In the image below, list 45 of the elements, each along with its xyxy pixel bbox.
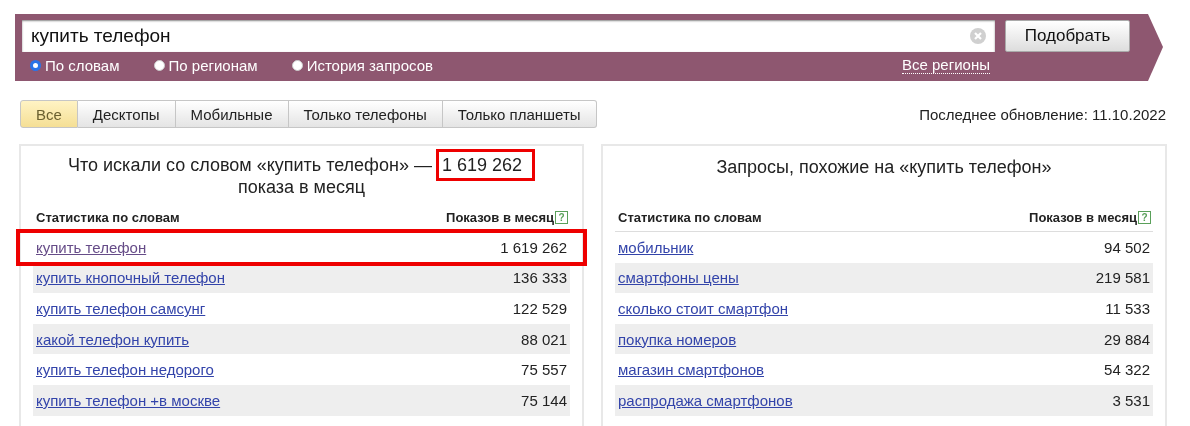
count-cell: 1 619 262	[500, 238, 567, 256]
mode-radio[interactable]: По регионам	[153, 56, 258, 74]
column-header: Показов в месяц	[446, 210, 554, 225]
count-cell: 75 557	[521, 361, 567, 379]
phrase-link[interactable]: купить телефон +в москве	[36, 391, 221, 409]
panel-subtitle: показа в месяц	[237, 176, 366, 198]
phrase-link[interactable]: покупка номеров	[618, 330, 737, 348]
clear-icon[interactable]	[969, 27, 987, 45]
count-cell: 219 581	[1095, 269, 1150, 287]
panel-title: Что искали со словом «купить телефон» —	[68, 154, 432, 176]
phrase-link[interactable]: купить телефон недорого	[36, 361, 214, 379]
phrase-link[interactable]: сколько стоит смартфон	[618, 300, 789, 317]
phrase-link[interactable]: какой телефон купить	[36, 330, 190, 348]
panel-title: Запросы, похожие на «купить телефон»	[716, 156, 1052, 178]
phrase-link[interactable]: смартфоны цены	[618, 269, 739, 287]
search-field[interactable]: купить телефон	[22, 20, 995, 52]
column-header: Статистика по словам	[618, 210, 762, 225]
mode-radio[interactable]: История запросов	[291, 56, 433, 74]
device-tab[interactable]: Все	[20, 100, 78, 128]
phrase-link[interactable]: распродажа смартфонов	[618, 391, 793, 409]
count-cell: 122 529	[512, 300, 567, 317]
device-tab[interactable]: Мобильные	[175, 100, 289, 128]
count-cell: 94 502	[1104, 238, 1150, 256]
phrase-link[interactable]: купить телефон	[36, 238, 147, 256]
count-cell: 75 144	[521, 391, 567, 409]
count-cell: 11 533	[1105, 300, 1150, 317]
phrase-link[interactable]: купить кнопочный телефон	[36, 269, 225, 287]
column-header: Статистика по словам	[36, 210, 180, 225]
phrase-link[interactable]: купить телефон самсунг	[36, 300, 206, 317]
count-cell: 29 884	[1104, 330, 1150, 348]
column-header: Показов в месяц	[1029, 210, 1137, 225]
count-cell: 88 021	[521, 330, 567, 348]
device-tab[interactable]: Только телефоны	[288, 100, 443, 128]
device-tab[interactable]: Десктопы	[77, 100, 176, 128]
search-button[interactable]: Подобрать	[1005, 20, 1130, 52]
phrase-link[interactable]: магазин смартфонов	[618, 361, 764, 379]
count-cell: 3 531	[1112, 391, 1150, 409]
phrase-link[interactable]: мобильник	[618, 238, 694, 256]
last-update: Последнее обновление: 11.10.2022	[919, 105, 1166, 123]
total-count: 1 619 262	[435, 149, 535, 181]
count-cell: 54 322	[1104, 361, 1150, 379]
mode-radio[interactable]: По словам	[30, 56, 120, 74]
count-cell: 136 333	[512, 269, 567, 287]
regions-link[interactable]: Все регионы	[902, 56, 990, 74]
device-tab[interactable]: Только планшеты	[442, 100, 597, 128]
